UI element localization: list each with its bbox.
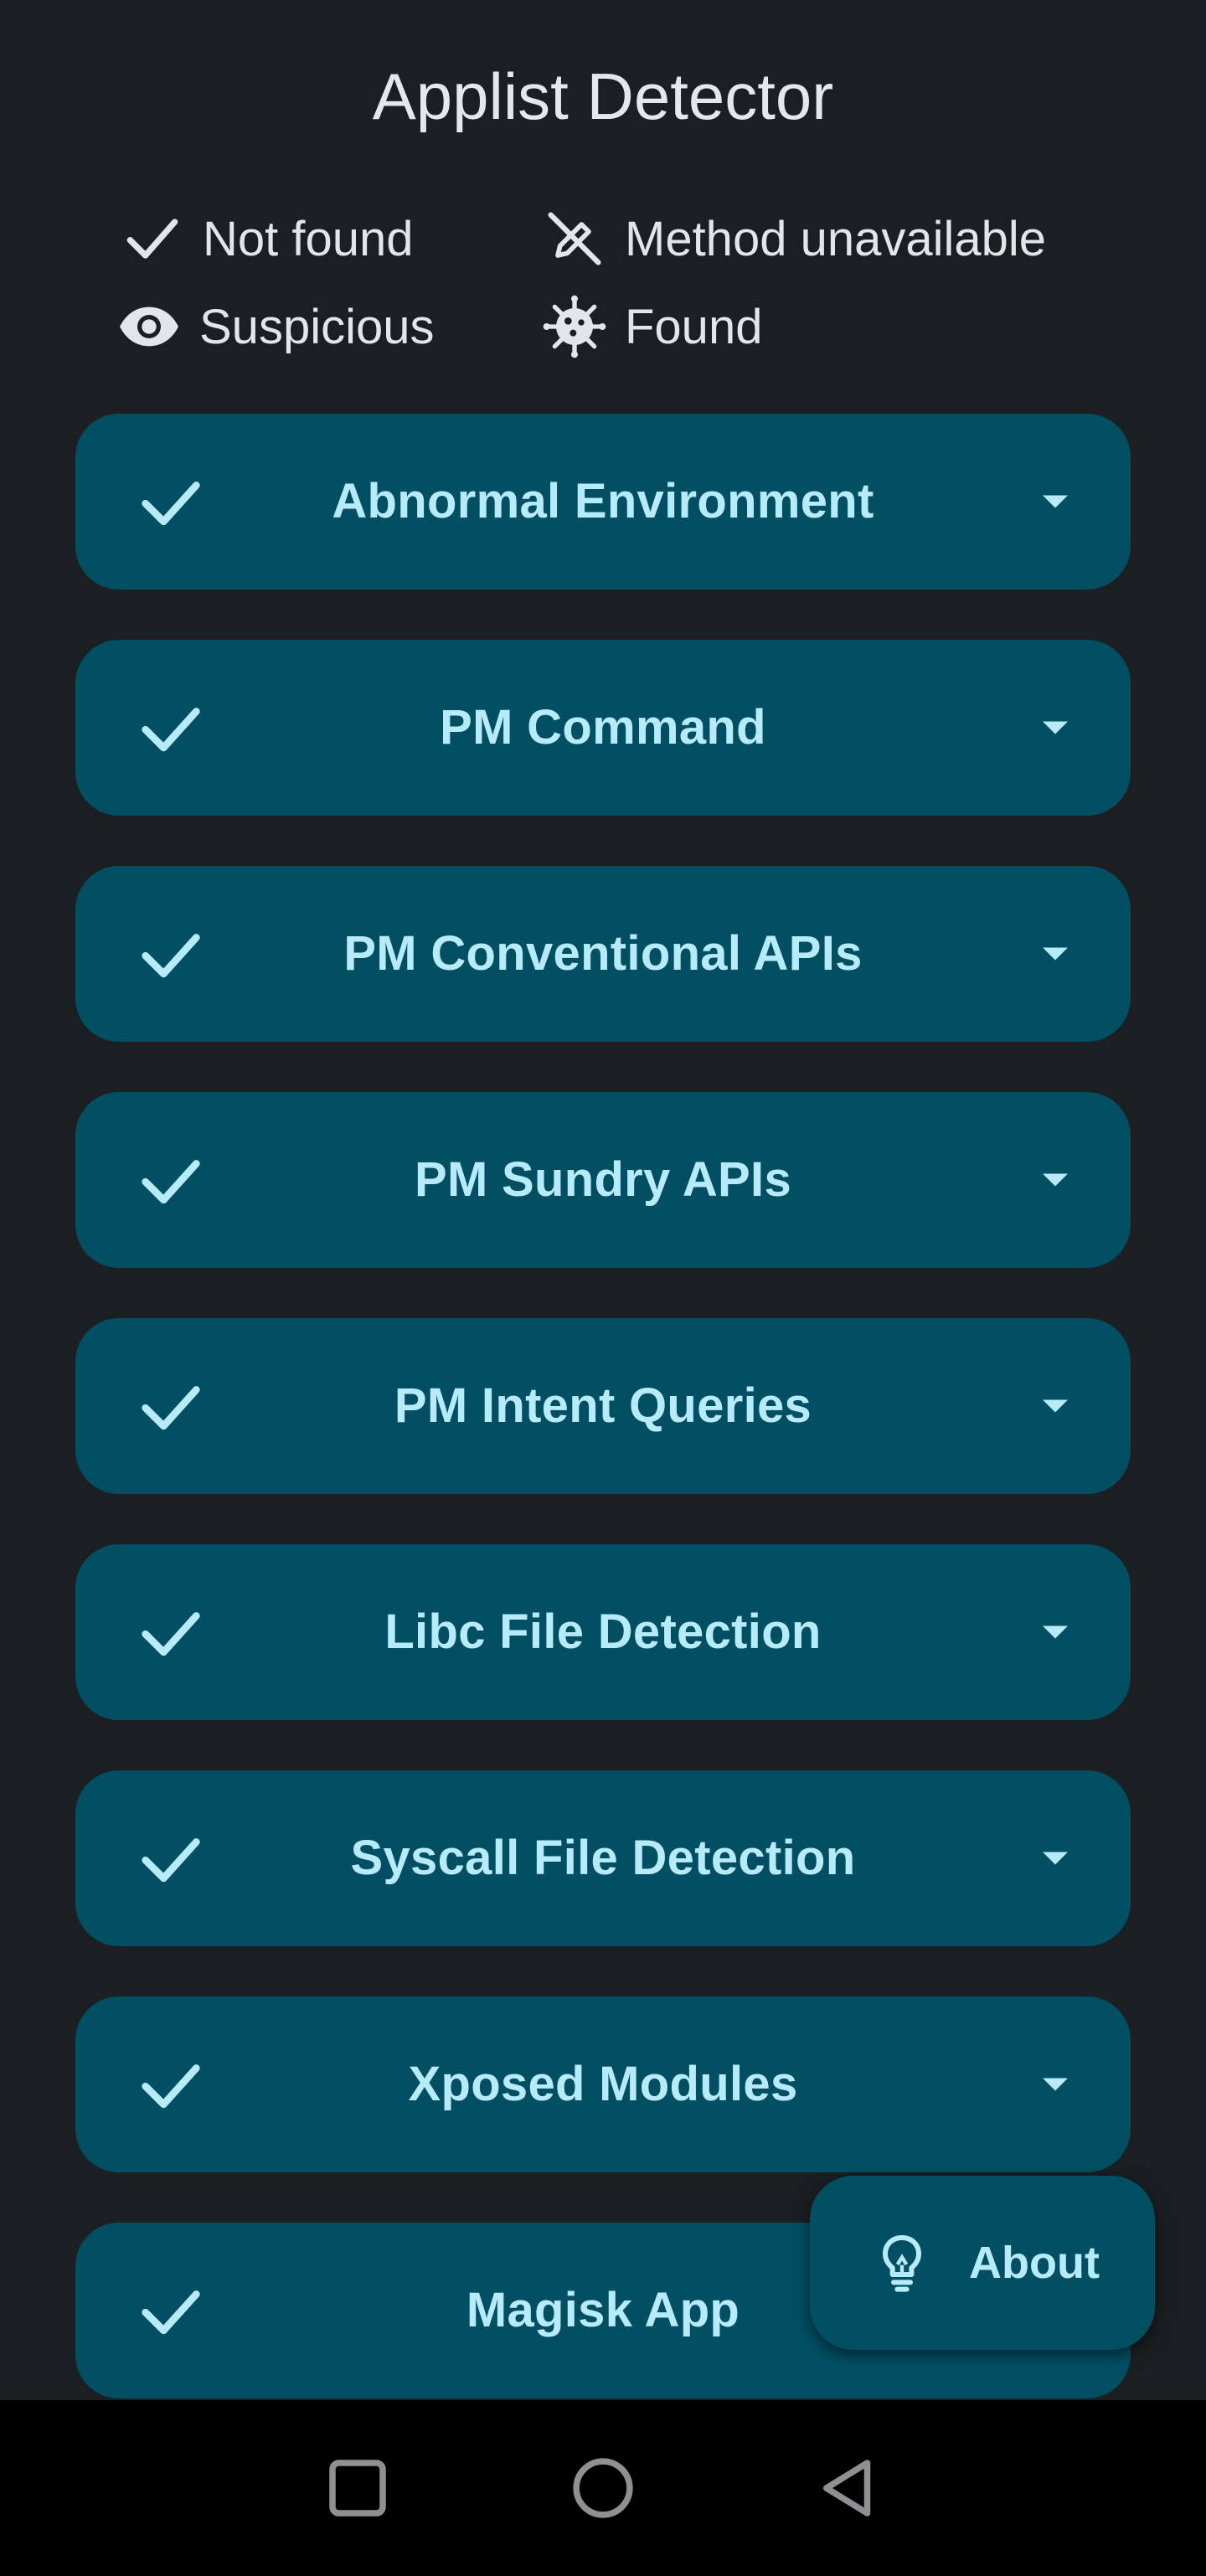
detection-title: PM Intent Queries [394,1378,812,1433]
legend-suspicious: Suspicious [114,289,434,364]
detection-card[interactable]: PM Intent Queries [75,1318,1131,1494]
home-icon[interactable] [565,2450,641,2526]
virus-icon [539,291,610,362]
about-button[interactable]: About [810,2176,1155,2350]
detection-card[interactable]: PM Sundry APIs [75,1092,1131,1268]
eye-icon [114,291,184,362]
detection-title: PM Conventional APIs [343,926,863,981]
legend-found: Found [539,289,762,364]
about-label: About [969,2238,1100,2288]
chevron-down-icon[interactable] [1030,1607,1080,1657]
detection-card[interactable]: Syscall File Detection [75,1770,1131,1946]
detection-card[interactable]: PM Command [75,640,1131,816]
crossed-pencil-icon [539,204,610,274]
system-nav-bar [0,2400,1206,2576]
app-title: Applist Detector [372,59,834,133]
chevron-down-icon[interactable] [1030,2059,1080,2110]
detection-title: PM Command [440,700,766,755]
detection-card[interactable]: Abnormal Environment [75,414,1131,590]
detection-title: Xposed Modules [408,2057,798,2111]
back-icon[interactable] [811,2450,886,2526]
chevron-down-icon[interactable] [1030,1833,1080,1883]
recents-icon[interactable] [320,2450,395,2526]
legend-label: Found [625,299,763,354]
lightbulb-icon [883,2235,921,2292]
chevron-down-icon[interactable] [1030,1155,1080,1205]
chevron-down-icon[interactable] [1030,703,1080,753]
detection-title: PM Sundry APIs [414,1152,792,1207]
chevron-down-icon[interactable] [1030,929,1080,979]
legend-method-unavailable: Method unavailable [539,201,1046,276]
legend-label: Suspicious [199,299,435,354]
detection-card[interactable]: PM Conventional APIs [75,866,1131,1042]
detection-title: Abnormal Environment [332,474,874,528]
detection-card[interactable]: Xposed Modules [75,1996,1131,2172]
legend-label: Method unavailable [625,211,1047,266]
legend-not-found: Not found [117,201,414,276]
chevron-down-icon[interactable] [1030,477,1080,527]
legend-label: Not found [203,211,414,266]
chevron-down-icon[interactable] [1030,1381,1080,1431]
detection-title: Syscall File Detection [350,1831,856,1885]
detection-title: Libc File Detection [384,1605,822,1659]
check-icon [117,204,188,274]
detection-card[interactable]: Libc File Detection [75,1544,1131,1720]
